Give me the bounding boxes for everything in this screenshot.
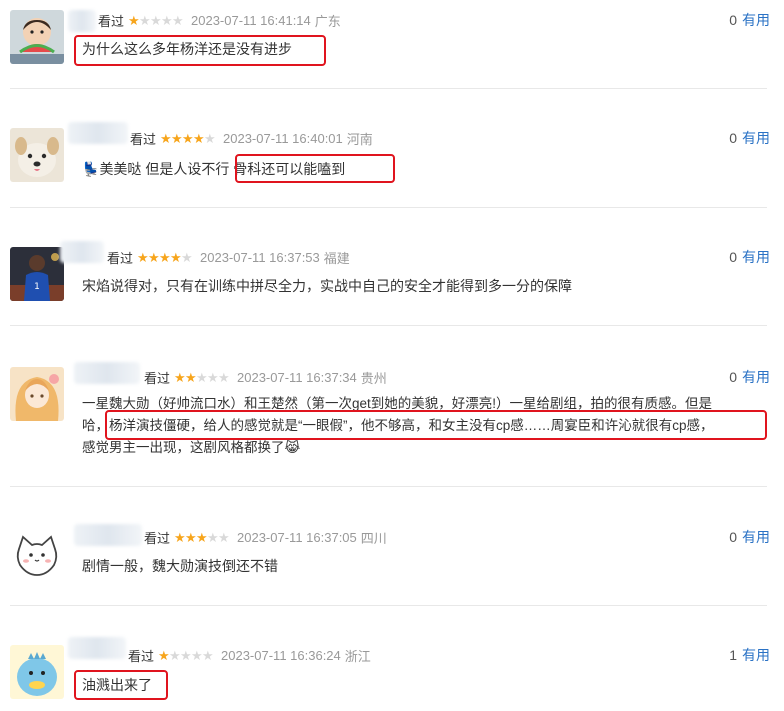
- divider: [10, 605, 767, 606]
- rating-stars: ★ ★ ★ ★ ★: [174, 369, 230, 385]
- useful-vote[interactable]: 0 有用: [729, 128, 770, 148]
- comment-item: 1 看过 ★ ★ ★ ★ ★ 2023-07-11 16:37:53 福建 0 有用 宋…: [0, 241, 784, 327]
- comment-item: 看过 ★ ★ ★ ★ ★ 2023-07-11 16:40:01 河南 0 有用 💺美美…: [0, 122, 784, 208]
- useful-count: 0: [729, 369, 737, 385]
- useful-vote[interactable]: 0 有用: [729, 10, 770, 30]
- highlight-box: [235, 154, 395, 183]
- comment-meta: 看过 ★ ★ ★ ★ ★ 2023-07-11 16:41:14 广东: [98, 10, 341, 30]
- divider: [10, 207, 767, 208]
- comment-location: 四川: [360, 530, 387, 546]
- useful-count: 0: [729, 12, 737, 28]
- watched-label: 看过: [107, 250, 134, 266]
- useful-button[interactable]: 有用: [742, 367, 770, 387]
- avatar[interactable]: 1: [10, 247, 64, 301]
- watched-label: 看过: [130, 131, 157, 147]
- useful-count: 0: [729, 529, 737, 545]
- highlight-box: [74, 35, 326, 66]
- comment-meta: 看过 ★ ★ ★ ★ ★ 2023-07-11 16:40:01 河南: [130, 128, 373, 148]
- comment-location: 河南: [346, 131, 373, 147]
- laughing-cat-emoji-icon: 😹: [284, 440, 301, 455]
- white-cat-avatar: [10, 527, 64, 581]
- comment-meta: 看过 ★ ★ ★ ★ ★ 2023-07-11 16:37:05 四川: [144, 527, 387, 547]
- watched-label: 看过: [144, 370, 171, 386]
- highlight-box: [105, 410, 767, 440]
- useful-button[interactable]: 有用: [742, 527, 770, 547]
- rating-stars: ★ ★ ★ ★ ★: [137, 249, 193, 265]
- comment-item: 看过 ★ ★ ★ ★ ★ 2023-07-11 16:41:14 广东 0 有用 为什么…: [0, 10, 784, 90]
- seat-emoji-icon: 💺: [82, 161, 100, 177]
- comment-time: 2023-07-11 16:36:24: [221, 647, 341, 663]
- useful-button[interactable]: 有用: [742, 128, 770, 148]
- avatar[interactable]: [10, 128, 64, 182]
- useful-vote[interactable]: 0 有用: [729, 527, 770, 547]
- watched-label: 看过: [144, 530, 171, 546]
- useful-vote[interactable]: 1 有用: [729, 645, 770, 665]
- watched-label: 看过: [128, 648, 155, 664]
- comment-list: 看过 ★ ★ ★ ★ ★ 2023-07-11 16:41:14 广东 0 有用 为什么…: [0, 0, 784, 711]
- comment-text: 宋焰说得对，只有在训练中拼尽全力，实战中自己的安全才能得到多一分的保障: [82, 278, 572, 294]
- watched-label: 看过: [98, 13, 125, 29]
- comment-time: 2023-07-11 16:37:53: [200, 249, 320, 265]
- comment-time: 2023-07-11 16:37:05: [237, 529, 357, 545]
- comment-meta: 看过 ★ ★ ★ ★ ★ 2023-07-11 16:36:24 浙江: [128, 645, 371, 665]
- useful-button[interactable]: 有用: [742, 645, 770, 665]
- rating-stars: ★ ★ ★ ★ ★: [158, 647, 214, 663]
- comment-location: 广东: [314, 13, 341, 29]
- puppy-avatar: [10, 128, 64, 182]
- rating-stars: ★ ★ ★ ★ ★: [128, 12, 184, 28]
- comment-time: 2023-07-11 16:41:14: [191, 12, 311, 28]
- basketball-player-avatar: 1: [10, 247, 64, 301]
- divider: [10, 486, 767, 487]
- blue-dinosaur-avatar: [10, 645, 64, 699]
- comment-meta: 看过 ★ ★ ★ ★ ★ 2023-07-11 16:37:34 贵州: [144, 367, 387, 387]
- rating-stars: ★ ★ ★ ★ ★: [174, 529, 230, 545]
- divider: [10, 325, 767, 326]
- comment-item: 看过 ★ ★ ★ ★ ★ 2023-07-11 16:36:24 浙江 1 有用 油溅出…: [0, 637, 784, 711]
- useful-button[interactable]: 有用: [742, 247, 770, 267]
- comment-text: 💺美美哒 但是人设不行 骨科还可以能嗑到: [82, 158, 772, 180]
- svg-text:1: 1: [34, 282, 40, 292]
- comment-item: 看过 ★ ★ ★ ★ ★ 2023-07-11 16:37:34 贵州 0 有用 一星魏…: [0, 362, 784, 477]
- comment-text: 剧情一般，魏大勋演技倒还不错: [82, 558, 278, 574]
- useful-vote[interactable]: 0 有用: [729, 367, 770, 387]
- useful-count: 0: [729, 249, 737, 265]
- useful-count: 0: [729, 130, 737, 146]
- comment-location: 浙江: [344, 648, 371, 664]
- avatar[interactable]: [10, 527, 64, 581]
- child-eating-watermelon-avatar: [10, 10, 64, 64]
- comment-item: 看过 ★ ★ ★ ★ ★ 2023-07-11 16:37:05 四川 0 有用 剧情一…: [0, 524, 784, 607]
- comment-time: 2023-07-11 16:40:01: [223, 130, 343, 146]
- useful-count: 1: [729, 647, 737, 663]
- rating-stars: ★ ★ ★ ★ ★: [160, 130, 216, 146]
- useful-button[interactable]: 有用: [742, 10, 770, 30]
- anime-girl-avatar: [10, 367, 64, 421]
- comment-location: 福建: [323, 250, 350, 266]
- avatar[interactable]: [10, 10, 64, 64]
- comment-text-line: 感觉男主一出现，这剧风格都换了: [82, 440, 285, 455]
- avatar[interactable]: [10, 645, 64, 699]
- divider: [10, 88, 767, 89]
- comment-location: 贵州: [360, 370, 387, 386]
- comment-meta: 看过 ★ ★ ★ ★ ★ 2023-07-11 16:37:53 福建: [107, 247, 350, 267]
- comment-time: 2023-07-11 16:37:34: [237, 369, 357, 385]
- useful-vote[interactable]: 0 有用: [729, 247, 770, 267]
- highlight-box: [74, 670, 168, 700]
- avatar[interactable]: [10, 367, 64, 421]
- comment-text: 油溅出来了: [82, 677, 152, 693]
